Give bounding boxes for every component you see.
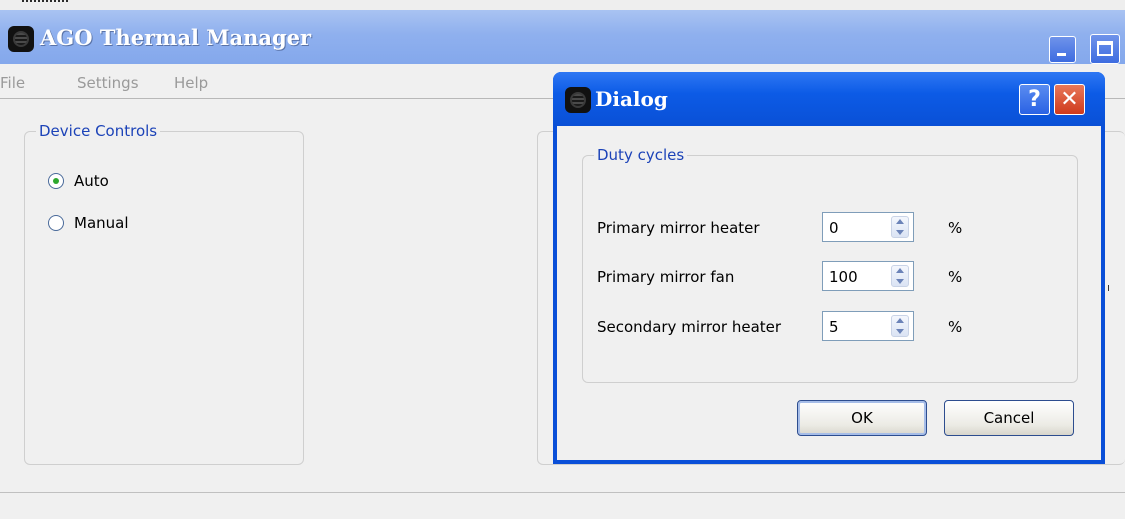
app-icon[interactable] [8,26,34,52]
menu-file[interactable]: File [0,74,25,92]
primary-fan-value: 100 [829,268,858,286]
dotted-marker [22,0,68,5]
window-title: AGO Thermal Manager [40,25,312,50]
primary-heater-label: Primary mirror heater [597,219,760,237]
primary-fan-spinbox[interactable]: 100 [822,261,914,291]
primary-fan-label: Primary mirror fan [597,268,735,286]
menu-settings[interactable]: Settings [77,74,139,92]
dialog-app-icon[interactable] [565,87,591,113]
radio-checked-icon[interactable] [48,173,64,189]
help-icon[interactable]: ? [1019,84,1050,115]
primary-fan-unit: % [948,268,963,286]
main-title-bar[interactable]: AGO Thermal Manager [0,10,1125,64]
radio-manual-label: Manual [74,214,129,232]
duty-cycles-legend: Duty cycles [594,146,688,164]
minimize-button[interactable] [1049,36,1076,63]
spin-arrows-icon[interactable] [891,265,909,287]
secondary-heater-label: Secondary mirror heater [597,318,782,336]
close-icon[interactable]: ✕ [1054,84,1085,115]
device-controls-legend: Device Controls [36,122,161,140]
radio-manual[interactable]: Manual [48,214,129,232]
primary-heater-spinbox[interactable]: 0 [822,212,914,242]
spin-arrows-icon[interactable] [891,315,909,337]
duty-cycle-dialog: Dialog ? ✕ Duty cycles Primary mirror he… [553,72,1105,464]
ok-button[interactable]: OK [797,400,927,436]
radio-unchecked-icon[interactable] [48,215,64,231]
top-strip [0,0,1125,10]
secondary-heater-spinbox[interactable]: 5 [822,311,914,341]
dialog-title-bar[interactable]: Dialog ? ✕ [553,72,1105,126]
hidden-control-edge [1108,285,1109,291]
spin-arrows-icon[interactable] [891,216,909,238]
maximize-button[interactable] [1090,34,1120,64]
dialog-title: Dialog [595,87,668,111]
dialog-body: Duty cycles Primary mirror heater 0 % Pr… [557,126,1101,460]
cancel-button[interactable]: Cancel [944,400,1074,436]
primary-heater-unit: % [948,219,963,237]
secondary-heater-value: 5 [829,318,839,336]
menu-help[interactable]: Help [174,74,208,92]
secondary-heater-unit: % [948,318,963,336]
primary-heater-value: 0 [829,219,839,237]
radio-auto-label: Auto [74,172,109,190]
radio-auto[interactable]: Auto [48,172,109,190]
status-divider [0,492,1125,493]
